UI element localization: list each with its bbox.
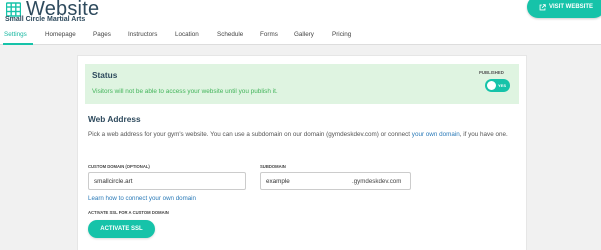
own-domain-link[interactable]: your own domain (412, 131, 460, 138)
tab-forms[interactable]: Forms (260, 31, 278, 38)
tab-pricing[interactable]: Pricing (332, 31, 351, 38)
tab-instructors[interactable]: Instructors (128, 31, 157, 38)
toggle-text: YES (498, 82, 507, 88)
web-address-description: Pick a web address for your gym's websit… (88, 129, 518, 140)
description-text-end: , if you have one. (459, 131, 508, 138)
status-title: Status (92, 70, 118, 80)
organization-name: Small Circle Martial Arts (5, 16, 86, 23)
subdomain-label: SUBDOMAIN (260, 164, 286, 169)
toggle-knob (487, 81, 496, 90)
custom-domain-input[interactable]: smallcircle.art (88, 172, 246, 190)
status-message: Visitors will not be able to access your… (92, 88, 278, 95)
web-address-title: Web Address (88, 114, 141, 124)
status-panel (85, 64, 519, 104)
published-label: PUBLISHED (479, 70, 504, 75)
tab-location[interactable]: Location (175, 31, 199, 38)
tab-schedule[interactable]: Schedule (217, 31, 243, 38)
published-toggle[interactable]: YES (485, 79, 510, 92)
external-link-icon (539, 3, 546, 10)
custom-domain-label: CUSTOM DOMAIN (OPTIONAL) (88, 164, 150, 169)
tab-settings[interactable]: Settings (4, 31, 27, 38)
active-tab-indicator (3, 43, 33, 45)
visit-website-label: VISIT WEBSITE (548, 4, 593, 10)
subdomain-suffix: .gymdeskdev.com (352, 177, 402, 185)
ssl-label: ACTIVATE SSL FOR A CUSTOM DOMAIN (88, 210, 169, 215)
tab-bar: Settings Homepage Pages Instructors Loca… (0, 30, 601, 45)
grid-table-icon (6, 2, 21, 17)
visit-website-button[interactable]: VISIT WEBSITE (527, 0, 601, 18)
tab-pages[interactable]: Pages (93, 31, 111, 38)
tab-homepage[interactable]: Homepage (45, 31, 76, 38)
learn-connect-domain-link[interactable]: Learn how to connect your own domain (88, 195, 196, 202)
description-text-start: Pick a web address for your gym's websit… (88, 131, 412, 138)
activate-ssl-button[interactable]: ACTIVATE SSL (88, 220, 155, 238)
tab-gallery[interactable]: Gallery (294, 31, 314, 38)
